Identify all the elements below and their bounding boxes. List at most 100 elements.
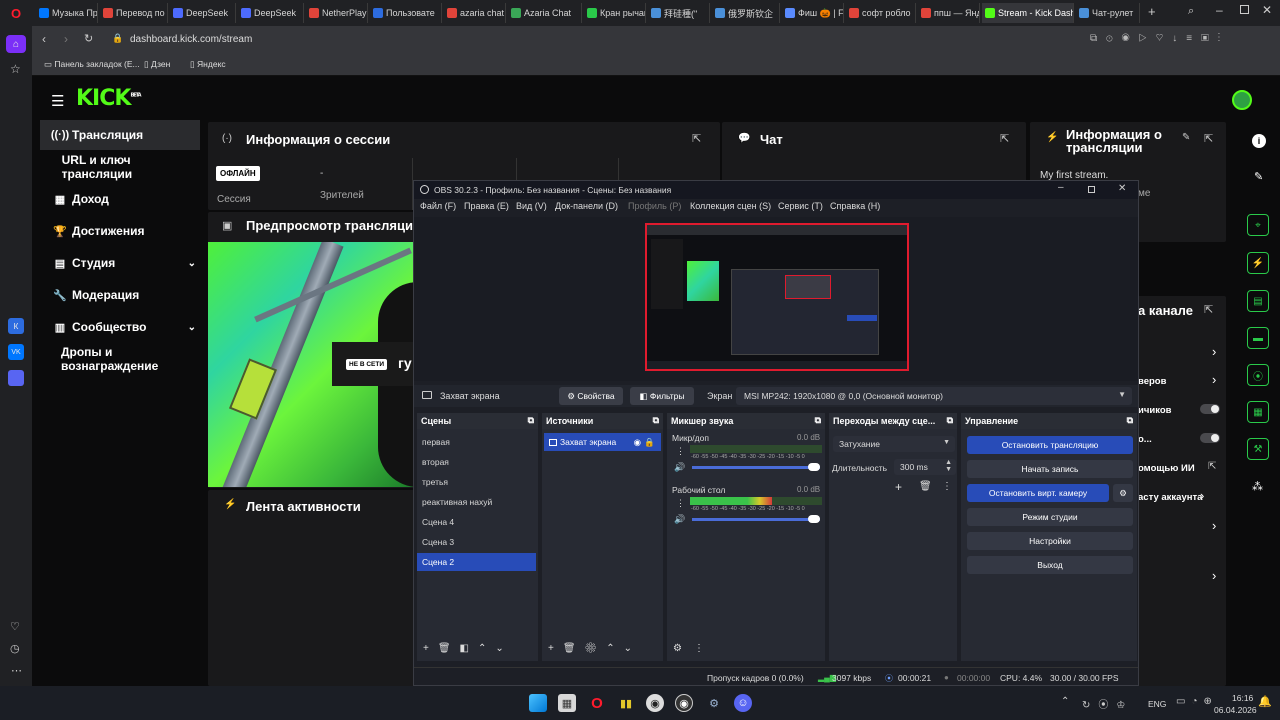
trash-icon[interactable]: 🗑 (563, 643, 585, 654)
browser-tab[interactable]: azaria chat (444, 3, 506, 23)
channel-row[interactable]: веров (1138, 376, 1166, 387)
chevron-right-icon[interactable]: › (1200, 488, 1204, 503)
nav-item[interactable]: URL и ключ трансляции (40, 152, 200, 182)
obs-menu-item[interactable]: Коллекция сцен (S) (690, 201, 771, 211)
kick-logo[interactable]: KICKBETA (76, 86, 142, 111)
move-down-icon[interactable]: ⌄ (495, 643, 512, 654)
document-icon[interactable]: ▤ (1247, 290, 1269, 312)
explorer-icon[interactable]: ▦ (558, 694, 576, 712)
more-icon[interactable]: ⋮ (694, 643, 716, 654)
volume-icon[interactable]: 🔊 (674, 462, 685, 473)
target-icon[interactable]: ⌖ (1247, 214, 1269, 236)
add-transition-icon[interactable]: + (895, 480, 902, 494)
settings-icon[interactable]: ⚙ (705, 694, 723, 712)
add-scene-icon[interactable]: + (423, 643, 438, 654)
move-down-icon[interactable]: ⌄ (624, 643, 641, 654)
source-item[interactable]: Захват экрана ◉ 🔒 (544, 433, 661, 451)
display-select[interactable]: MSI MP242: 1920x1080 @ 0,0 (Основной мон… (736, 387, 1132, 405)
nav-item[interactable]: 🔧 Модерация (40, 280, 200, 310)
browser-tab[interactable]: 俄罗斯钦企 (712, 3, 780, 23)
clock-date[interactable]: 06.04.2026 (1214, 705, 1257, 715)
nav-item[interactable]: ▦ Доход (40, 184, 200, 214)
add-source-icon[interactable]: + (548, 643, 563, 654)
move-up-icon[interactable]: ⌃ (606, 643, 623, 654)
volume-slider-handle[interactable] (808, 515, 820, 523)
scene-item[interactable]: вторая (417, 453, 536, 471)
browser-tab[interactable]: Azaria Chat (508, 3, 582, 23)
language-indicator[interactable]: ENG (1148, 699, 1166, 709)
obs-menu-item[interactable]: Док-панели (D) (555, 201, 618, 211)
start-icon[interactable] (529, 694, 547, 712)
browser-tab[interactable]: Перевод по (100, 3, 168, 23)
channel-row[interactable]: ичиков (1138, 405, 1171, 416)
dock-undock-icon[interactable]: ⧉ (528, 415, 534, 426)
nav-item[interactable]: ((·)) Трансляция (40, 120, 200, 150)
history-icon[interactable]: ◷ (10, 642, 20, 655)
chevron-right-icon[interactable]: › (1212, 568, 1216, 583)
transition-select[interactable]: Затухание ▼ (833, 436, 955, 452)
minimize-icon[interactable]: – (1058, 182, 1064, 193)
opera-logo-icon[interactable]: O (0, 0, 32, 26)
filters-button[interactable]: ◧ Фильтры (630, 387, 694, 405)
dock-undock-icon[interactable]: ⧉ (653, 415, 659, 426)
chevron-down-icon[interactable]: ⌄ (188, 322, 196, 333)
more-icon[interactable]: ⋯ (11, 664, 22, 677)
nav-item[interactable]: ▥ Сообщество ⌄ (40, 312, 200, 342)
url-field[interactable]: dashboard.kick.com/stream (130, 34, 252, 45)
channel-row[interactable]: о... (1138, 434, 1152, 445)
nav-item[interactable]: 🏆 Достижения (40, 216, 200, 246)
obs-menu-item[interactable]: Профиль (P) (628, 201, 681, 211)
expand-icon[interactable]: ⇱ (1204, 303, 1213, 316)
obs-menu-item[interactable]: Справка (H) (830, 201, 880, 211)
browser-tab[interactable]: Чат-рулет (1076, 3, 1140, 23)
browser-tab[interactable]: DeepSeek (238, 3, 304, 23)
more-icon[interactable]: ⋮ (676, 498, 685, 509)
obs-preview-canvas[interactable] (645, 223, 909, 371)
volume-slider[interactable] (692, 466, 820, 469)
chevron-right-icon[interactable]: › (1212, 518, 1216, 533)
stop-vcam-button[interactable]: Остановить вирт. камеру (967, 484, 1109, 502)
mixer-settings-icon[interactable]: ⚙ (673, 643, 694, 654)
opera-icon[interactable]: O (588, 694, 606, 712)
settings-button[interactable]: Настройки (967, 532, 1133, 550)
properties-button[interactable]: ⚙ Свойства (559, 387, 623, 405)
broadcast-icon[interactable]: ⦿ (1247, 364, 1269, 386)
channel-row[interactable]: асту аккаунта (1138, 492, 1202, 503)
expand-icon[interactable]: ⇱ (1000, 132, 1009, 145)
notification-icon[interactable]: 🔔 (1258, 695, 1272, 708)
scene-item[interactable]: третья (417, 473, 536, 491)
chevron-right-icon[interactable]: › (1212, 372, 1216, 387)
volume-icon[interactable]: 🔊 (674, 514, 685, 525)
scene-item[interactable]: Сцена 3 (417, 533, 536, 551)
expand-icon[interactable]: ⇱ (692, 132, 701, 145)
pencil-icon[interactable]: ✎ (1254, 170, 1263, 183)
dock-undock-icon[interactable]: ⧉ (815, 415, 821, 426)
obs-icon[interactable]: ◉ (646, 694, 664, 712)
spinner-icon[interactable]: ▲ ▼ (945, 459, 952, 473)
vk-icon[interactable]: VK (8, 344, 24, 360)
chevron-down-icon[interactable]: ⌄ (188, 258, 196, 269)
studio-mode-button[interactable]: Режим студии (967, 508, 1133, 526)
scene-item[interactable]: Сцена 2 (417, 553, 536, 571)
browser-tab[interactable]: Музыка Пр (36, 3, 98, 23)
clock-time[interactable]: 16:16 (1232, 693, 1253, 703)
close-icon[interactable]: ✕ (1118, 183, 1126, 194)
eye-icon[interactable]: ◉ (634, 437, 641, 448)
info-icon[interactable]: i (1252, 134, 1266, 148)
dock-undock-icon[interactable]: ⧉ (1127, 415, 1133, 426)
close-icon[interactable]: ✕ (1262, 3, 1272, 17)
browser-tab[interactable]: софт робло (846, 3, 916, 23)
chat-icon[interactable]: ▬ (1247, 327, 1269, 349)
browser-tab[interactable]: ппш — Янд (918, 3, 980, 23)
move-up-icon[interactable]: ⌃ (478, 643, 495, 654)
discord-icon[interactable] (8, 370, 24, 386)
trash-icon[interactable]: 🗑 (919, 481, 932, 492)
search-tabs-icon[interactable]: ⌕ (1188, 5, 1194, 18)
vcam-settings-icon[interactable]: ⚙ (1113, 484, 1133, 502)
forward-icon[interactable]: › (64, 32, 68, 46)
exit-button[interactable]: Выход (967, 556, 1133, 574)
scene-item[interactable]: реактивная нахуй (417, 493, 536, 511)
star-icon[interactable]: ☆ (10, 62, 21, 76)
avatar[interactable] (1232, 90, 1252, 110)
expand-icon[interactable]: ⇱ (1204, 132, 1213, 145)
